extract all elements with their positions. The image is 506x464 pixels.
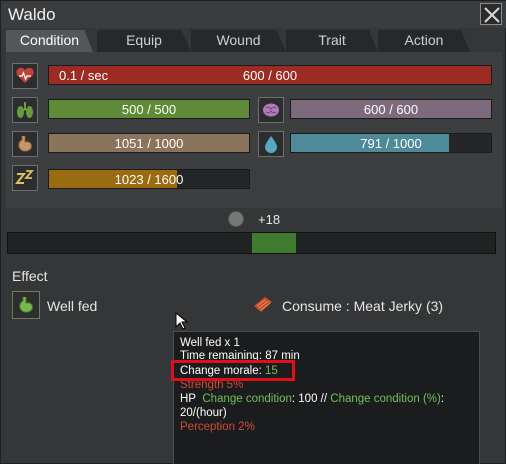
consume-text: Consume : Meat Jerky (3): [282, 298, 444, 314]
tooltip-perception: Perception 2%: [180, 421, 255, 433]
stomach-icon: [12, 131, 38, 157]
tab-equip[interactable]: Equip: [97, 30, 191, 52]
morale-bar: [7, 232, 496, 254]
tooltip-hp-rate: 20/(hour): [180, 407, 227, 419]
close-icon: [484, 7, 500, 23]
effect-tooltip: Well fed x 1 Time remaining: 87 min Chan…: [173, 331, 480, 464]
food-value: 1051 / 1000: [114, 136, 184, 151]
sleep-value: 1023 / 1600: [114, 172, 184, 187]
tooltip-hp-line: HP Change condition: 100 // Change condi…: [180, 393, 445, 405]
highlight-box: [171, 360, 295, 381]
heart-icon: [12, 63, 38, 89]
mind-value: 600 / 600: [363, 102, 419, 117]
condition-panel: 0.1 / sec 600 / 600 500 / 500 600 / 600 …: [6, 52, 502, 208]
food-bar: 1051 / 1000: [48, 133, 250, 153]
water-value: 791 / 1000: [360, 136, 422, 151]
tab-wound[interactable]: Wound: [191, 30, 286, 52]
tab-action[interactable]: Action: [378, 30, 470, 52]
meat-jerky-icon: [254, 297, 272, 312]
tooltip-effect-title: Well fed x 1: [180, 337, 240, 349]
morale-face-icon: [228, 211, 244, 227]
window-title: Waldo: [8, 5, 56, 24]
tab-trait[interactable]: Trait: [286, 30, 378, 52]
stomach-icon: [19, 297, 33, 313]
brain-icon: [258, 97, 284, 123]
close-button[interactable]: [480, 3, 502, 25]
tab-condition[interactable]: Condition: [6, 30, 93, 52]
title-bar: Waldo: [1, 1, 506, 28]
health-bar: 0.1 / sec 600 / 600: [48, 65, 492, 85]
tab-bar: Condition Equip Wound Trait Action: [1, 28, 506, 52]
effect-heading: Effect: [12, 268, 48, 284]
health-value: 600 / 600: [242, 68, 298, 83]
effect-name: Well fed: [47, 298, 98, 314]
morale-value: +18: [258, 212, 281, 227]
well-fed-effect-icon[interactable]: [12, 291, 40, 319]
character-window: Waldo Condition Equip Wound Trait Action…: [0, 0, 506, 464]
water-drop-icon: [258, 131, 284, 157]
mouse-cursor-icon: [175, 312, 189, 330]
water-bar: 791 / 1000: [290, 133, 492, 153]
morale-fill: [252, 233, 296, 253]
lungs-icon: [12, 97, 38, 123]
sleep-icon: [12, 165, 38, 191]
sleep-bar: 1023 / 1600: [48, 169, 250, 189]
stamina-bar: 500 / 500: [48, 99, 250, 119]
mind-bar: 600 / 600: [290, 99, 492, 119]
stamina-value: 500 / 500: [121, 102, 177, 117]
